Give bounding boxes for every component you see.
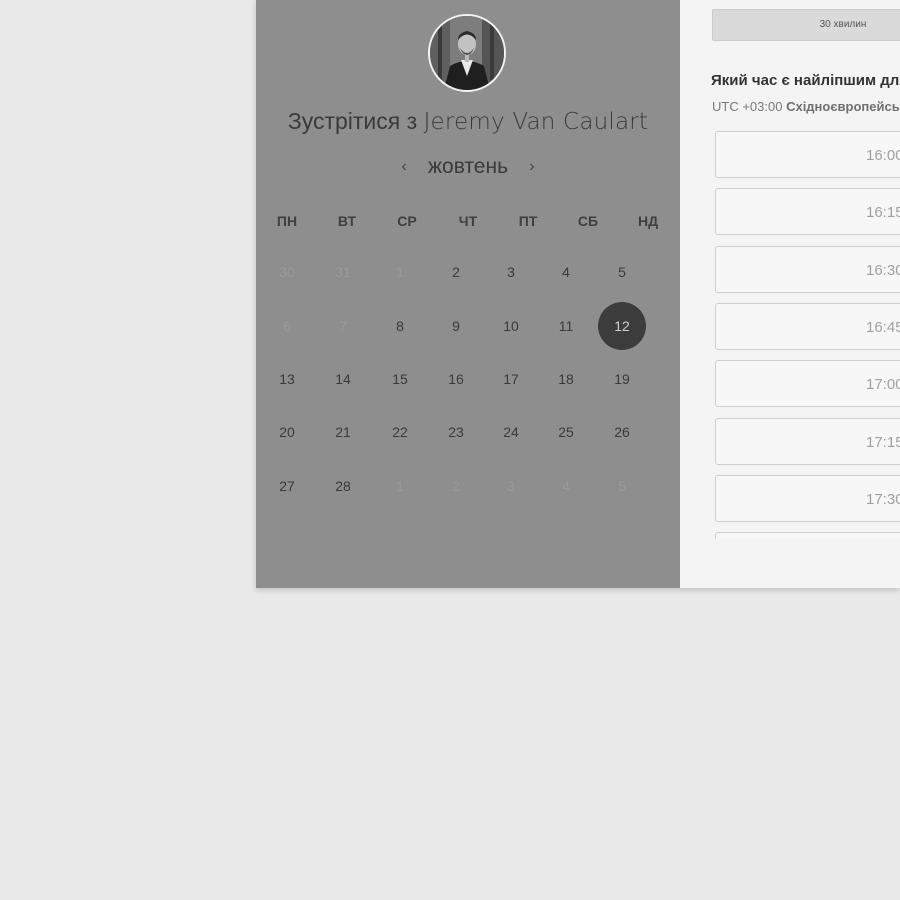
calendar-day[interactable]: 3 — [487, 248, 535, 296]
weekday-label: ПН — [276, 213, 298, 229]
weekday-label: ЧТ — [458, 213, 478, 229]
time-slot-button[interactable]: 16:00 — [715, 131, 900, 178]
calendar-day: 5 — [618, 478, 626, 494]
calendar-day[interactable]: 21 — [319, 408, 367, 456]
calendar-panel: Зустрітися з Jeremy Van Caulart ‹ жовтен… — [256, 0, 680, 588]
calendar-day: 1 — [396, 264, 404, 280]
time-slot-label: 16:15 — [866, 204, 900, 222]
calendar-day[interactable]: 28 — [319, 462, 367, 510]
calendar-week-row: 13 14 15 16 17 18 19 — [256, 353, 680, 405]
calendar-day[interactable]: 17 — [487, 355, 535, 403]
calendar-day[interactable]: 18 — [542, 355, 590, 403]
calendar-day[interactable]: 23 — [432, 408, 480, 456]
calendar-day[interactable]: 8 — [376, 302, 424, 350]
time-question: Який час є найліпшим для вас? — [711, 72, 900, 89]
calendar-day: 4 — [562, 478, 570, 494]
time-slot-button[interactable]: 17:00 — [715, 360, 900, 408]
calendar-day[interactable]: 13 — [263, 355, 311, 403]
timezone-offset: UTC +03:00 — [712, 99, 783, 114]
calendar-day[interactable]: 10 — [487, 302, 535, 350]
month-navigation: ‹ жовтень › — [256, 153, 680, 181]
time-slot-label: 16:30 — [866, 261, 900, 279]
calendar-day[interactable]: 19 — [598, 355, 646, 403]
time-slot-list[interactable]: 16:00 16:15 16:30 16:45 17:00 17:15 17:30 17:45 — [715, 131, 900, 539]
calendar-week-row: 27 28 1 2 3 4 5 — [256, 460, 680, 512]
time-slot-label: 17:30 — [866, 490, 900, 508]
calendar-day: 31 — [335, 264, 351, 280]
time-slot-button[interactable]: 17:30 — [715, 474, 900, 522]
weekday-header: ПН ВТ СР ЧТ ПТ СБ НД — [256, 207, 680, 235]
time-slot-label: 16:45 — [866, 318, 900, 336]
calendar-day[interactable]: 4 — [542, 248, 590, 296]
calendar-day: 3 — [507, 478, 515, 494]
calendar-day[interactable]: 9 — [432, 302, 480, 350]
time-slot-button[interactable]: 16:45 — [715, 302, 900, 350]
duration-label: 30 хвилин — [819, 19, 867, 30]
calendar-day[interactable]: 20 — [263, 408, 311, 456]
calendar-day: 6 — [283, 318, 291, 334]
calendar-day: 1 — [396, 478, 404, 494]
calendar-day[interactable]: 11 — [542, 302, 590, 350]
month-label: жовтень — [427, 155, 509, 178]
time-slot-button[interactable]: 17:45 — [715, 532, 900, 539]
calendar-day[interactable]: 25 — [542, 408, 590, 456]
time-slot-label: 17:15 — [866, 433, 900, 451]
host-avatar — [428, 14, 506, 92]
calendar-day[interactable]: 24 — [487, 408, 535, 456]
time-slot-label: 16:00 — [866, 147, 900, 164]
calendar-day: 7 — [339, 318, 347, 334]
weekday-label: СР — [397, 213, 417, 229]
calendar-day[interactable]: 16 — [432, 355, 480, 403]
calendar-day[interactable]: 15 — [376, 355, 424, 403]
time-slot-panel: 30 хвилин Який час є найліпшим для вас? … — [680, 0, 900, 588]
time-slot-button[interactable]: 17:15 — [715, 417, 900, 465]
host-photo — [430, 16, 504, 90]
time-slot-button[interactable]: 16:15 — [715, 188, 900, 236]
time-slot-label: 17:00 — [866, 376, 900, 394]
calendar-day[interactable]: 14 — [319, 355, 367, 403]
calendar-day[interactable]: 5 — [598, 248, 646, 296]
host-name: Jeremy Van Caulart — [423, 109, 649, 135]
meeting-title-prefix: Зустрітися з — [287, 108, 418, 134]
duration-selector[interactable]: 30 хвилин — [712, 9, 900, 41]
weekday-label: СБ — [577, 213, 599, 229]
timezone-name: Східноєвропейський час — [786, 99, 900, 114]
booking-card: Зустрітися з Jeremy Van Caulart ‹ жовтен… — [256, 0, 900, 588]
calendar-day[interactable]: 22 — [376, 408, 424, 456]
weekday-label: ВТ — [337, 213, 357, 229]
weekday-label: НД — [637, 213, 659, 229]
timezone-selector[interactable]: UTC +03:00 Східноєвропейський час — [712, 99, 900, 114]
calendar-day[interactable]: 27 — [263, 462, 311, 510]
time-slot-button[interactable]: 16:30 — [715, 245, 900, 293]
calendar-day[interactable]: 2 — [432, 248, 480, 296]
calendar-day: 30 — [279, 264, 295, 280]
next-month-icon[interactable]: › — [522, 153, 542, 181]
calendar-week-row: 20 21 22 23 24 25 26 — [256, 406, 680, 458]
calendar-week-row: 30 31 1 2 3 4 5 — [256, 246, 680, 298]
previous-month-icon[interactable]: ‹ — [394, 153, 414, 181]
weekday-label: ПТ — [518, 213, 538, 229]
meeting-title: Зустрітися з Jeremy Van Caulart — [256, 108, 680, 135]
calendar-week-row: 6 7 8 9 10 11 12 — [256, 300, 680, 352]
time-slot-label: 17:45 — [866, 533, 900, 539]
calendar-day: 2 — [452, 478, 460, 494]
calendar-day[interactable]: 26 — [598, 408, 646, 456]
calendar-day-selected[interactable]: 12 — [598, 302, 646, 350]
